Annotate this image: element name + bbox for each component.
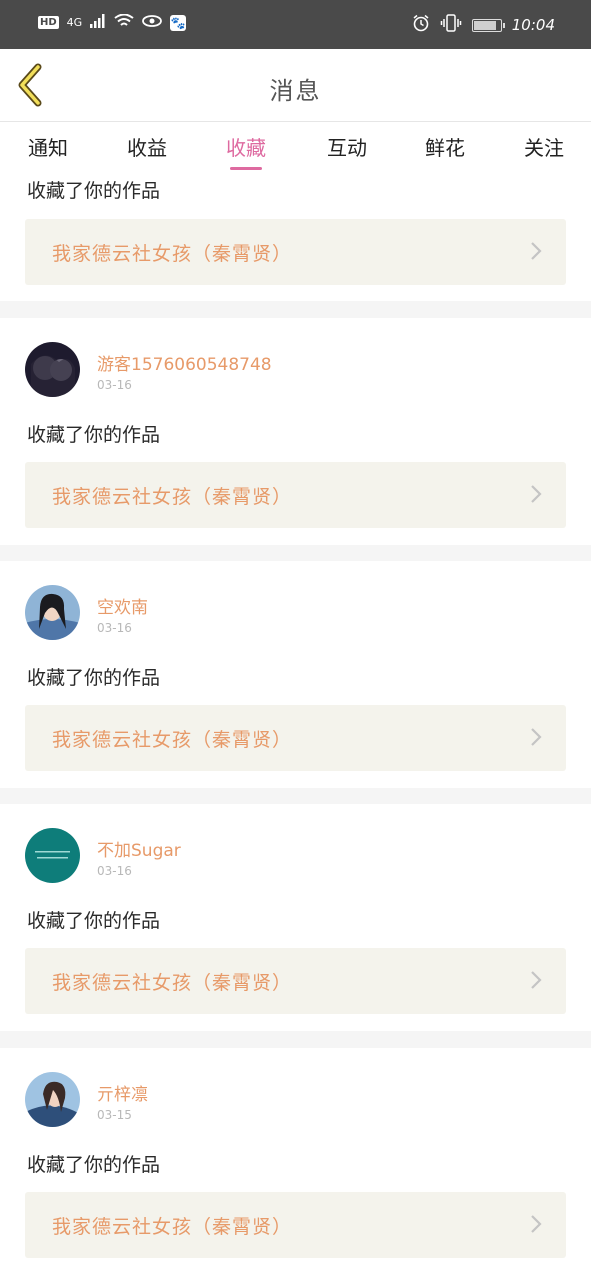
tab-favorites[interactable]: 收藏 [211, 132, 281, 161]
username[interactable]: 不加Sugar [97, 836, 181, 861]
work-title: 我家德云社女孩（秦霄贤） [52, 243, 293, 265]
work-title: 我家德云社女孩（秦霄贤） [52, 1216, 293, 1238]
avatar[interactable] [25, 1072, 80, 1127]
date: 03-15 [97, 1108, 132, 1122]
list-item: 游客1576060548748 03-16 收藏了你的作品 我家德云社女孩（秦霄… [0, 318, 591, 545]
list-item: 不加Sugar 03-16 收藏了你的作品 我家德云社女孩（秦霄贤） [0, 804, 591, 1031]
date: 03-16 [97, 864, 132, 878]
list-item: 收藏了你的作品 我家德云社女孩（秦霄贤） [0, 172, 591, 301]
action-text: 收藏了你的作品 [27, 424, 161, 446]
tab-interactions[interactable]: 互动 [312, 132, 382, 161]
clock-time: 10:04 [511, 16, 555, 34]
tab-bar: 通知 收益 收藏 互动 鲜花 关注 [0, 122, 591, 172]
date: 03-16 [97, 378, 132, 392]
page-title: 消息 [269, 77, 322, 105]
work-link[interactable]: 我家德云社女孩（秦霄贤） [25, 219, 566, 285]
nav-bar: 消息 [0, 49, 591, 122]
work-link[interactable]: 我家德云社女孩（秦霄贤） [25, 1192, 566, 1258]
username[interactable]: 亓梓凛 [97, 1080, 148, 1105]
vibrate-icon [440, 14, 462, 36]
avatar[interactable] [25, 828, 80, 883]
avatar[interactable] [25, 585, 80, 640]
hd-indicator: HD [38, 16, 59, 29]
work-link[interactable]: 我家德云社女孩（秦霄贤） [25, 948, 566, 1014]
action-text: 收藏了你的作品 [27, 667, 161, 689]
eye-icon [142, 14, 163, 31]
tab-notifications[interactable]: 通知 [13, 132, 83, 161]
tab-following[interactable]: 关注 [509, 132, 579, 161]
wifi-icon [114, 13, 134, 31]
work-title: 我家德云社女孩（秦霄贤） [52, 972, 293, 994]
work-title: 我家德云社女孩（秦霄贤） [52, 729, 293, 751]
action-text: 收藏了你的作品 [27, 910, 161, 932]
tab-flowers[interactable]: 鲜花 [410, 132, 480, 161]
chevron-right-icon [531, 1215, 542, 1233]
username[interactable]: 游客1576060548748 [97, 350, 272, 375]
network-type: 4G [66, 16, 83, 29]
date: 03-16 [97, 621, 132, 635]
list-item: 亓梓凛 03-15 收藏了你的作品 我家德云社女孩（秦霄贤） [0, 1048, 591, 1280]
action-text: 收藏了你的作品 [27, 180, 161, 202]
work-title: 我家德云社女孩（秦霄贤） [52, 486, 293, 508]
chevron-right-icon [531, 242, 542, 260]
battery-icon [471, 18, 505, 32]
signal-icon [90, 14, 106, 31]
chevron-right-icon [531, 971, 542, 989]
chevron-right-icon [531, 728, 542, 746]
active-tab-indicator [230, 167, 262, 170]
work-link[interactable]: 我家德云社女孩（秦霄贤） [25, 705, 566, 771]
list-item: 空欢南 03-16 收藏了你的作品 我家德云社女孩（秦霄贤） [0, 561, 591, 788]
work-link[interactable]: 我家德云社女孩（秦霄贤） [25, 462, 566, 528]
tab-earnings[interactable]: 收益 [112, 132, 182, 161]
status-bar: HD 4G 🐾 10:04 [0, 0, 591, 49]
alarm-icon [412, 14, 430, 36]
action-text: 收藏了你的作品 [27, 1154, 161, 1176]
baidu-app-icon: 🐾 [170, 14, 187, 31]
username[interactable]: 空欢南 [97, 593, 148, 618]
chevron-right-icon [531, 485, 542, 503]
avatar[interactable] [25, 342, 80, 397]
